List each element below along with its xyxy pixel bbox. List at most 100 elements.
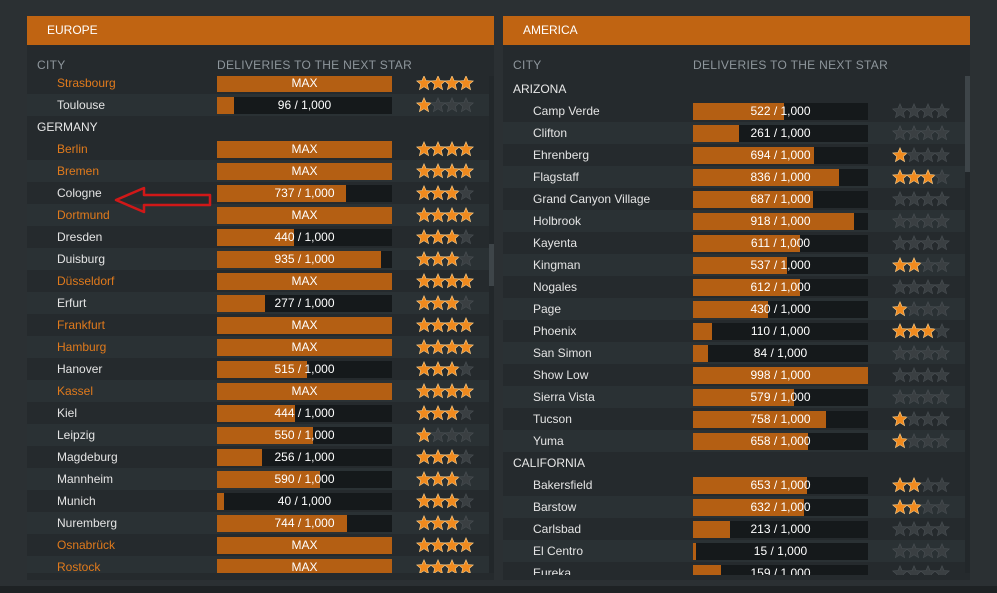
deliveries-column-header[interactable]: DELIVERIES TO THE NEXT STAR bbox=[217, 58, 412, 72]
city-row[interactable]: Sierra Vista 579 / 1,000 bbox=[503, 386, 967, 408]
europe-scrollbar-thumb[interactable] bbox=[489, 244, 494, 286]
city-row[interactable]: Carlsbad 213 / 1,000 bbox=[503, 518, 967, 540]
europe-city-list[interactable]: Strasbourg MAX Toulouse 96 / 1,000 GERMANY Be… bbox=[27, 76, 491, 573]
city-row[interactable]: Leipzig 550 / 1,000 bbox=[27, 424, 491, 446]
city-name: Kiel bbox=[57, 406, 78, 420]
city-row[interactable]: Rostock MAX bbox=[27, 556, 491, 573]
star-empty-icon bbox=[919, 234, 937, 252]
delivery-progress-text: 110 / 1,000 bbox=[750, 324, 811, 338]
city-row[interactable]: Hamburg MAX bbox=[27, 336, 491, 358]
star-filled-icon bbox=[457, 382, 475, 400]
city-row[interactable]: Kayenta 611 / 1,000 bbox=[503, 232, 967, 254]
city-row[interactable]: Show Low 998 / 1,000 bbox=[503, 364, 967, 386]
europe-scrollbar[interactable] bbox=[489, 76, 494, 573]
city-row[interactable]: Strasbourg MAX bbox=[27, 76, 491, 94]
city-row[interactable]: Toulouse 96 / 1,000 bbox=[27, 94, 491, 116]
star-empty-icon bbox=[933, 212, 951, 230]
delivery-progress-text: 440 / 1,000 bbox=[274, 230, 335, 244]
city-column-header[interactable]: CITY bbox=[37, 58, 66, 72]
city-row[interactable]: Kiel 444 / 1,000 bbox=[27, 402, 491, 424]
star-empty-icon bbox=[891, 190, 909, 208]
city-row[interactable]: Düsseldorf MAX bbox=[27, 270, 491, 292]
city-row[interactable]: Magdeburg 256 / 1,000 bbox=[27, 446, 491, 468]
city-name: Yuma bbox=[533, 434, 564, 448]
star-filled-icon bbox=[443, 404, 461, 422]
city-row[interactable]: Camp Verde 522 / 1,000 bbox=[503, 100, 967, 122]
city-row[interactable]: Frankfurt MAX bbox=[27, 314, 491, 336]
city-name: Berlin bbox=[57, 142, 88, 156]
city-row[interactable]: Barstow 632 / 1,000 bbox=[503, 496, 967, 518]
delivery-progress-bar: 658 / 1,000 bbox=[693, 433, 868, 450]
city-row[interactable]: Dortmund MAX bbox=[27, 204, 491, 226]
city-name: Nuremberg bbox=[57, 516, 118, 530]
star-filled-icon bbox=[443, 514, 461, 532]
america-city-list[interactable]: ARIZONA Camp Verde 522 / 1,000 Clifton 261 /… bbox=[503, 78, 967, 575]
city-row[interactable]: Tucson 758 / 1,000 bbox=[503, 408, 967, 430]
star-empty-icon bbox=[905, 366, 923, 384]
city-name: Magdeburg bbox=[57, 450, 118, 464]
delivery-progress-text: MAX bbox=[291, 76, 318, 90]
star-filled-icon bbox=[919, 322, 937, 340]
city-row[interactable]: Kingman 537 / 1,000 bbox=[503, 254, 967, 276]
star-empty-icon bbox=[905, 234, 923, 252]
delivery-progress-bar: 84 / 1,000 bbox=[693, 345, 868, 362]
city-row[interactable]: Cologne 737 / 1,000 bbox=[27, 182, 491, 204]
delivery-progress-bar: 836 / 1,000 bbox=[693, 169, 868, 186]
star-filled-icon bbox=[919, 168, 937, 186]
city-row[interactable]: Hanover 515 / 1,000 bbox=[27, 358, 491, 380]
city-row[interactable]: Ehrenberg 694 / 1,000 bbox=[503, 144, 967, 166]
star-empty-icon bbox=[905, 388, 923, 406]
star-rating bbox=[415, 316, 475, 334]
star-rating bbox=[415, 536, 475, 554]
city-row[interactable]: Munich 40 / 1,000 bbox=[27, 490, 491, 512]
star-filled-icon bbox=[415, 76, 433, 92]
star-filled-icon bbox=[443, 382, 461, 400]
city-row[interactable]: Grand Canyon Village 687 / 1,000 bbox=[503, 188, 967, 210]
star-empty-icon bbox=[919, 344, 937, 362]
city-row[interactable]: El Centro 15 / 1,000 bbox=[503, 540, 967, 562]
star-rating bbox=[415, 470, 475, 488]
city-row[interactable]: Kassel MAX bbox=[27, 380, 491, 402]
delivery-progress-text: MAX bbox=[291, 538, 318, 552]
star-filled-icon bbox=[429, 492, 447, 510]
star-filled-icon bbox=[429, 448, 447, 466]
city-row[interactable]: Berlin MAX bbox=[27, 138, 491, 160]
city-name: Camp Verde bbox=[533, 104, 600, 118]
city-row[interactable]: Mannheim 590 / 1,000 bbox=[27, 468, 491, 490]
star-empty-icon bbox=[933, 102, 951, 120]
city-row[interactable]: Eureka 159 / 1,000 bbox=[503, 562, 967, 575]
city-row[interactable]: Phoenix 110 / 1,000 bbox=[503, 320, 967, 342]
city-row[interactable]: Nogales 612 / 1,000 bbox=[503, 276, 967, 298]
city-row[interactable]: Nuremberg 744 / 1,000 bbox=[27, 512, 491, 534]
city-row[interactable]: Clifton 261 / 1,000 bbox=[503, 122, 967, 144]
star-filled-icon bbox=[429, 140, 447, 158]
city-row[interactable]: Duisburg 935 / 1,000 bbox=[27, 248, 491, 270]
star-rating bbox=[891, 146, 951, 164]
delivery-progress-bar: 632 / 1,000 bbox=[693, 499, 868, 516]
star-empty-icon bbox=[457, 492, 475, 510]
city-row[interactable]: Holbrook 918 / 1,000 bbox=[503, 210, 967, 232]
star-rating bbox=[891, 190, 951, 208]
city-row[interactable]: Bremen MAX bbox=[27, 160, 491, 182]
city-column-header[interactable]: CITY bbox=[513, 58, 542, 72]
city-row[interactable]: Yuma 658 / 1,000 bbox=[503, 430, 967, 452]
city-row[interactable]: Osnabrück MAX bbox=[27, 534, 491, 556]
delivery-progress-text: MAX bbox=[291, 340, 318, 354]
city-row[interactable]: Page 430 / 1,000 bbox=[503, 298, 967, 320]
america-scrollbar-thumb[interactable] bbox=[965, 76, 970, 172]
star-filled-icon bbox=[457, 140, 475, 158]
star-rating bbox=[415, 140, 475, 158]
star-filled-icon bbox=[415, 360, 433, 378]
delivery-progress-bar: 694 / 1,000 bbox=[693, 147, 868, 164]
city-row[interactable]: Bakersfield 653 / 1,000 bbox=[503, 474, 967, 496]
star-filled-icon bbox=[429, 228, 447, 246]
america-scrollbar[interactable] bbox=[965, 76, 970, 573]
city-row[interactable]: Flagstaff 836 / 1,000 bbox=[503, 166, 967, 188]
star-rating bbox=[891, 498, 951, 516]
deliveries-column-header[interactable]: DELIVERIES TO THE NEXT STAR bbox=[693, 58, 888, 72]
delivery-progress-text: 522 / 1,000 bbox=[750, 104, 811, 118]
star-filled-icon bbox=[891, 146, 909, 164]
city-row[interactable]: San Simon 84 / 1,000 bbox=[503, 342, 967, 364]
city-row[interactable]: Erfurt 277 / 1,000 bbox=[27, 292, 491, 314]
city-row[interactable]: Dresden 440 / 1,000 bbox=[27, 226, 491, 248]
